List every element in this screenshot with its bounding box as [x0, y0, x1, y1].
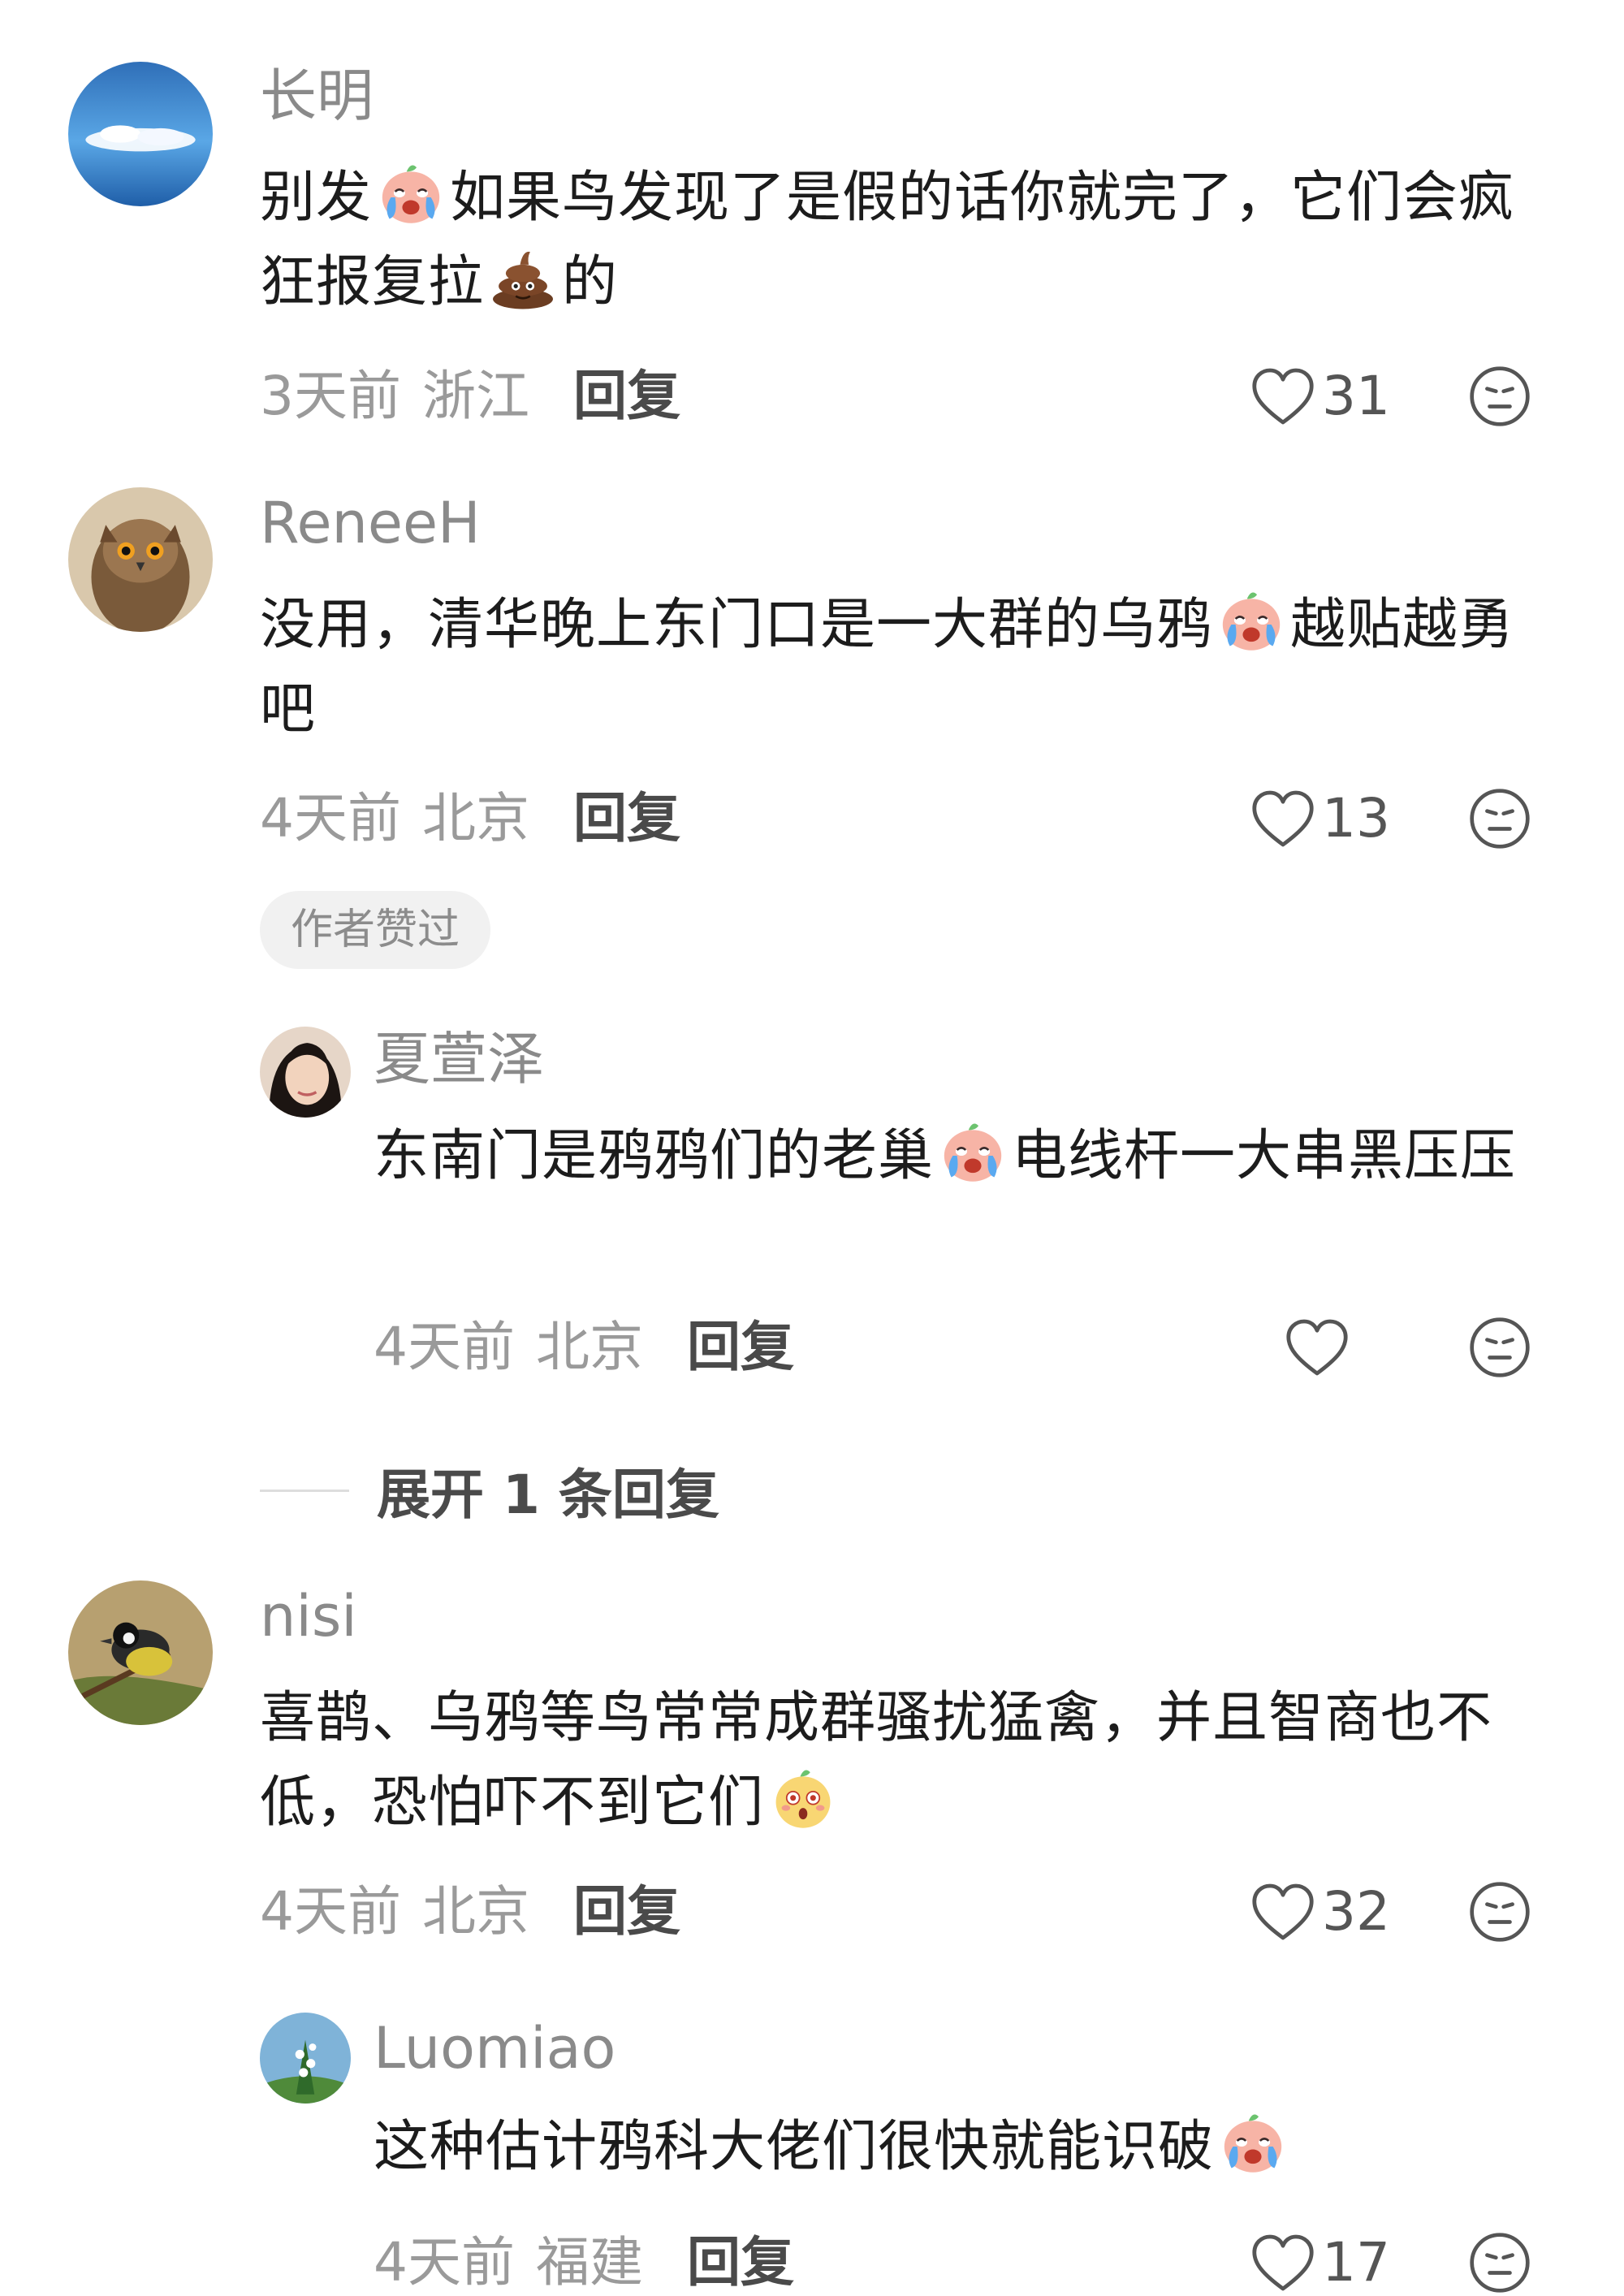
- timestamp: 4天前: [374, 1316, 515, 1378]
- expand-replies-label: 展开 1 条回复: [377, 1464, 719, 1526]
- reply-button[interactable]: 回复: [573, 787, 680, 850]
- like-count: 31: [1322, 365, 1390, 427]
- username[interactable]: 长明: [260, 63, 374, 128]
- location: 北京: [536, 1316, 643, 1378]
- comment-meta: 3天前 浙江 回复: [260, 364, 680, 429]
- comment-text: 喜鹊、乌鸦等鸟常常成群骚扰猛禽，并且智商也不低，恐怕吓不到它们: [260, 1686, 1493, 1835]
- author-liked-badge: 作者赞过: [260, 891, 491, 969]
- reply-button[interactable]: 回复: [687, 2231, 794, 2294]
- comment-meta: 4天前 北京 回复: [374, 1315, 794, 1380]
- location: 浙江: [422, 365, 529, 427]
- avatar[interactable]: [260, 1027, 351, 1118]
- like-count: 17: [1322, 2231, 1390, 2294]
- divider: [260, 1489, 349, 1492]
- crying-face-emoji: [1217, 2105, 1289, 2177]
- reply-button[interactable]: 回复: [573, 365, 680, 427]
- comment-meta: 4天前 北京 回复: [260, 1879, 680, 1944]
- timestamp: 4天前: [260, 1880, 401, 1943]
- like-button[interactable]: 17: [1250, 2230, 1390, 2295]
- timestamp: 4天前: [374, 2231, 515, 2294]
- poop-emoji: [487, 240, 559, 312]
- heart-icon: [1250, 366, 1315, 426]
- reaction-face-icon[interactable]: [1468, 1880, 1531, 1944]
- heart-icon: [1250, 1882, 1315, 1942]
- avatar[interactable]: [68, 62, 213, 206]
- comment-text: 这种估计鸦科大佬们很快就能识破: [374, 2105, 1559, 2190]
- location: 北京: [422, 1880, 529, 1943]
- avatar[interactable]: [260, 2013, 351, 2104]
- reaction-face-icon[interactable]: [1468, 2231, 1531, 2294]
- like-button[interactable]: 32: [1250, 1879, 1390, 1944]
- heart-icon: [1250, 2233, 1315, 2293]
- timestamp: 3天前: [260, 365, 401, 427]
- like-button[interactable]: 31: [1250, 364, 1390, 429]
- like-button[interactable]: [1285, 1315, 1350, 1380]
- avatar[interactable]: [68, 1580, 213, 1725]
- reaction-face-icon[interactable]: [1468, 365, 1531, 428]
- comment-text: 别发 如果鸟发现了是假的话你就完了，它们会疯狂报复拉的: [260, 156, 1559, 325]
- username[interactable]: nisi: [260, 1584, 357, 1649]
- comment-meta: 4天前 福建 回复: [374, 2230, 794, 2295]
- location: 北京: [422, 787, 529, 850]
- shocked-face-emoji: [767, 1761, 839, 1832]
- username[interactable]: ReneeH: [260, 491, 481, 556]
- comment-meta: 4天前 北京 回复: [260, 786, 680, 851]
- reaction-face-icon[interactable]: [1468, 787, 1531, 850]
- like-count: 32: [1322, 1880, 1390, 1943]
- reply-button[interactable]: 回复: [573, 1880, 680, 1943]
- comment-text: 东南门是鸦鸦们的老巢 电线杆一大串黑压压: [374, 1114, 1559, 1199]
- username[interactable]: 夏萱泽: [374, 1027, 544, 1092]
- like-count: 13: [1322, 787, 1390, 850]
- avatar[interactable]: [68, 487, 213, 632]
- like-button[interactable]: 13: [1250, 786, 1390, 851]
- timestamp: 4天前: [260, 787, 401, 850]
- heart-icon: [1250, 789, 1315, 849]
- heart-icon: [1285, 1317, 1350, 1377]
- reply-button[interactable]: 回复: [687, 1316, 794, 1378]
- crying-face-emoji: [1216, 583, 1287, 655]
- reaction-face-icon[interactable]: [1468, 1316, 1531, 1379]
- crying-face-emoji: [937, 1114, 1009, 1186]
- expand-replies-button[interactable]: 展开 1 条回复: [260, 1454, 719, 1527]
- location: 福建: [536, 2231, 643, 2294]
- crying-face-emoji: [375, 156, 447, 227]
- comment-text: 没用，清华晚上东门口是一大群的乌鸦 越贴越勇吧: [260, 583, 1559, 752]
- username[interactable]: Luomiao: [374, 2016, 615, 2081]
